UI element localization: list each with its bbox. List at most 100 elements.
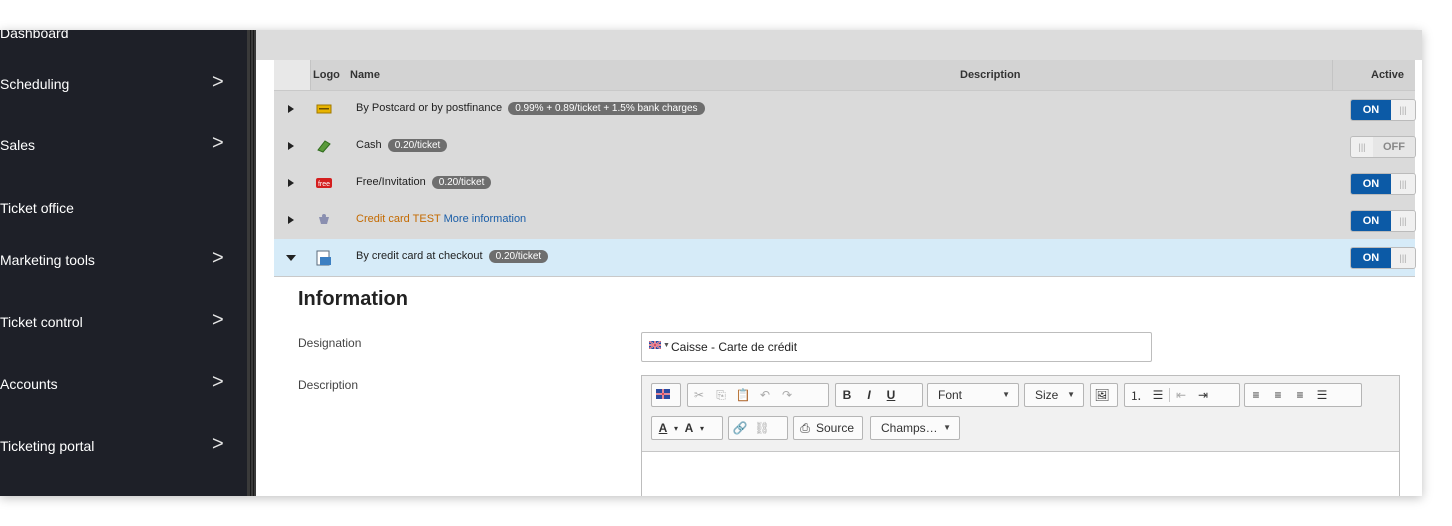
sidebar-item-marketing-tools[interactable]: Marketing tools > <box>0 235 247 285</box>
editor-content-area[interactable] <box>642 451 1399 496</box>
list-toolbar-group: ⒈ ☰ ⇤ ⇥ <box>1124 383 1240 407</box>
sidebar-item-ticket-control[interactable]: Ticket control > <box>0 297 247 347</box>
align-justify-icon[interactable]: ☰ <box>1311 388 1333 402</box>
uk-flag-icon[interactable] <box>649 341 661 349</box>
sidebar-item-sales[interactable]: Sales > <box>0 120 247 170</box>
link-icon[interactable]: 🔗 <box>729 421 751 435</box>
row-name-text: Cash <box>356 139 382 151</box>
language-dropdown-icon[interactable]: ▼ <box>663 342 670 349</box>
undo-icon[interactable]: ↶ <box>754 388 776 402</box>
cut-icon[interactable]: ✂ <box>688 388 710 402</box>
active-toggle[interactable]: ON ||| <box>1350 210 1416 232</box>
chevron-right-icon: > <box>212 71 224 93</box>
header-name[interactable]: Name <box>350 69 380 81</box>
chevron-right-icon: > <box>212 247 224 269</box>
source-button[interactable]: ⎙ Source <box>793 416 863 440</box>
active-toggle[interactable]: ON ||| <box>1350 99 1416 121</box>
designation-label: Designation <box>298 336 362 350</box>
expand-arrow-icon[interactable] <box>288 216 294 224</box>
description-label: Description <box>298 378 359 392</box>
table-row[interactable]: Credit card TEST More information ON ||| <box>274 202 1416 240</box>
format-toolbar-group: B I U <box>835 383 923 407</box>
sidebar-item-label: Marketing tools <box>0 252 95 268</box>
toggle-on-label: ON <box>1351 174 1391 194</box>
collapse-arrow-icon[interactable] <box>286 255 296 261</box>
copy-icon[interactable]: ⎘ <box>710 388 732 403</box>
top-bar <box>256 30 1422 60</box>
paste-icon[interactable]: 📋 <box>732 388 754 402</box>
chevron-down-icon: ▾ <box>700 423 705 433</box>
header-active[interactable]: Active <box>1371 69 1404 81</box>
sidebar-resize-handle[interactable] <box>247 30 256 496</box>
table-header: Logo Name Description Active <box>274 60 1415 91</box>
background-color-button[interactable]: A <box>678 421 700 435</box>
svg-text:free: free <box>318 181 330 188</box>
row-name: By credit card at checkout 0.20/ticket <box>356 250 549 263</box>
row-name: Cash 0.20/ticket <box>356 139 448 152</box>
fee-badge: 0.20/ticket <box>431 176 492 189</box>
chevron-right-icon: > <box>212 433 224 455</box>
free-icon: free <box>316 176 332 190</box>
rich-text-editor: ✂ ⎘ 📋 ↶ ↷ B I U Font ▼ Size ▼ 🖼 ⒈ ☰ ⇤ ⇥ … <box>641 375 1400 496</box>
align-left-icon[interactable]: ≡ <box>1245 388 1267 402</box>
fee-badge: 0.99% + 0.89/ticket + 1.5% bank charges <box>508 102 705 115</box>
toggle-off-label: OFF <box>1373 137 1415 157</box>
table-row[interactable]: free Free/Invitation 0.20/ticket ON ||| <box>274 165 1416 203</box>
sidebar-item-label: Sales <box>0 137 36 153</box>
table-row[interactable]: By Postcard or by postfinance 0.99% + 0.… <box>274 91 1416 129</box>
row-name-text: By Postcard or by postfinance <box>356 102 503 114</box>
sidebar-item-ticket-office[interactable]: Ticket office <box>0 183 247 233</box>
row-name: Free/Invitation 0.20/ticket <box>356 176 492 189</box>
active-toggle[interactable]: ||| OFF <box>1350 136 1416 158</box>
table-row[interactable]: Cash 0.20/ticket ||| OFF <box>274 128 1416 166</box>
clipboard-toolbar-group: ✂ ⎘ 📋 ↶ ↷ <box>687 383 829 407</box>
active-toggle[interactable]: ON ||| <box>1350 247 1416 269</box>
decrease-indent-icon[interactable]: ⇤ <box>1170 388 1192 402</box>
image-icon: 🖼 <box>1094 388 1110 402</box>
bold-button[interactable]: B <box>836 388 858 402</box>
fee-badge: 0.20/ticket <box>387 139 448 152</box>
color-toolbar-group: A ▾ A ▾ <box>651 416 723 440</box>
increase-indent-icon[interactable]: ⇥ <box>1192 388 1214 402</box>
sidebar-item-accounts[interactable]: Accounts > <box>0 359 247 409</box>
designation-input[interactable]: ▼ Caisse - Carte de crédit <box>641 332 1152 362</box>
chevron-right-icon: > <box>212 309 224 331</box>
align-right-icon[interactable]: ≡ <box>1289 388 1311 402</box>
underline-button[interactable]: U <box>880 388 902 402</box>
table-row-expanded[interactable]: By credit card at checkout 0.20/ticket O… <box>274 239 1416 277</box>
sidebar-item-ticketing-portal[interactable]: Ticketing portal > <box>0 421 247 471</box>
sidebar-item-label: Dashboard <box>0 30 69 41</box>
sidebar-item-label: Accounts <box>0 376 58 392</box>
sidebar-item-label: Ticket control <box>0 314 83 330</box>
sidebar-item-label: Ticket office <box>0 200 74 216</box>
size-select[interactable]: Size ▼ <box>1024 383 1084 407</box>
chevron-down-icon: ▼ <box>1002 390 1010 399</box>
toggle-on-label: ON <box>1351 248 1391 268</box>
header-description[interactable]: Description <box>960 69 1021 81</box>
source-label: Source <box>816 421 855 435</box>
row-name-text: Credit card TEST <box>356 213 441 225</box>
sidebar-item-scheduling[interactable]: Scheduling > <box>0 59 247 109</box>
bullet-list-icon[interactable]: ☰ <box>1147 388 1169 402</box>
size-select-value: Size <box>1035 388 1059 402</box>
expand-arrow-icon[interactable] <box>288 105 294 113</box>
language-button[interactable] <box>651 383 681 407</box>
numbered-list-icon[interactable]: ⒈ <box>1125 387 1147 404</box>
image-button[interactable]: 🖼 <box>1090 383 1118 407</box>
unlink-icon[interactable]: ⛓ <box>751 421 773 435</box>
more-information-link[interactable]: More information <box>444 213 527 225</box>
expand-arrow-icon[interactable] <box>288 142 294 150</box>
text-color-button[interactable]: A <box>652 421 674 435</box>
expand-arrow-icon[interactable] <box>288 179 294 187</box>
redo-icon[interactable]: ↷ <box>776 388 798 402</box>
align-toolbar-group: ≡ ≡ ≡ ☰ <box>1244 383 1362 407</box>
toggle-knob: ||| <box>1391 100 1415 120</box>
font-select[interactable]: Font ▼ <box>927 383 1019 407</box>
postcard-icon <box>316 102 332 116</box>
active-toggle[interactable]: ON ||| <box>1350 173 1416 195</box>
row-name: Credit card TEST More information <box>356 213 526 225</box>
italic-button[interactable]: I <box>858 388 880 402</box>
align-center-icon[interactable]: ≡ <box>1267 388 1289 402</box>
fields-select[interactable]: Champs… ▼ <box>870 416 960 440</box>
sidebar-item-dashboard[interactable]: Dashboard <box>0 30 247 58</box>
